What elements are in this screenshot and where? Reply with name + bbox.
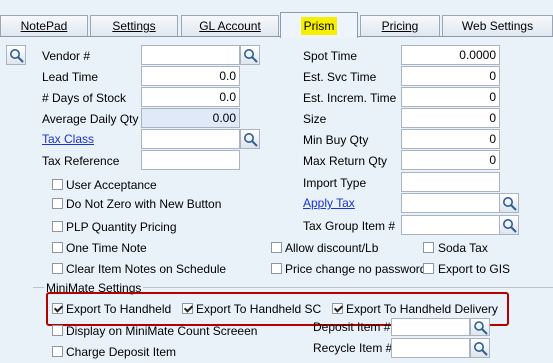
tab-gl-account-label: GL Account bbox=[199, 19, 261, 33]
est-increm-time-label: Est. Increm. Time bbox=[303, 91, 397, 105]
vendor-label: Vendor # bbox=[42, 49, 91, 63]
apply-tax-input[interactable] bbox=[401, 193, 500, 213]
size-label: Size bbox=[303, 112, 327, 126]
tax-class-input[interactable] bbox=[141, 129, 240, 149]
export-handheld-delivery-checkbox[interactable] bbox=[332, 303, 343, 314]
export-handheld-sc-checkbox[interactable] bbox=[182, 303, 193, 314]
recycle-item-search-button[interactable] bbox=[470, 338, 490, 358]
clear-item-notes-checkbox[interactable] bbox=[52, 263, 63, 274]
max-return-qty-label: Max Return Qty bbox=[303, 154, 388, 168]
display-count-label: Display on MiniMate Count Screeen bbox=[66, 324, 258, 338]
charge-deposit-label: Charge Deposit Item bbox=[66, 345, 177, 359]
price-change-label: Price change no password bbox=[285, 262, 427, 276]
export-handheld-label: Export To Handheld bbox=[66, 302, 172, 316]
search-icon bbox=[244, 133, 258, 147]
export-handheld-delivery-label: Export To Handheld Delivery bbox=[346, 302, 498, 316]
search-icon bbox=[10, 49, 24, 63]
est-increm-time-input[interactable]: 0 bbox=[401, 87, 500, 107]
tab-pricing[interactable]: Pricing bbox=[360, 15, 440, 36]
days-of-stock-input[interactable]: 0.0 bbox=[141, 87, 240, 107]
plp-quantity-label: PLP Quantity Pricing bbox=[66, 220, 177, 234]
tax-class-search-button[interactable] bbox=[240, 129, 260, 149]
est-svc-time-label: Est. Svc Time bbox=[303, 70, 377, 84]
do-not-zero-checkbox[interactable] bbox=[52, 198, 63, 209]
export-gis-label: Export to GIS bbox=[438, 262, 511, 276]
side-search-button[interactable] bbox=[6, 45, 26, 65]
tax-reference-label: Tax Reference bbox=[42, 154, 120, 168]
display-count-checkbox[interactable] bbox=[52, 325, 63, 336]
export-gis-checkbox[interactable] bbox=[423, 263, 434, 274]
size-input[interactable]: 0 bbox=[401, 108, 500, 128]
search-icon bbox=[503, 197, 517, 211]
est-svc-time-input[interactable]: 0 bbox=[401, 66, 500, 86]
avg-daily-qty-label: Average Daily Qty bbox=[42, 112, 139, 126]
spot-time-label: Spot Time bbox=[303, 49, 358, 63]
lead-time-input[interactable]: 0.0 bbox=[141, 66, 240, 86]
export-handheld-sc-label: Export To Handheld SC bbox=[196, 302, 322, 316]
allow-discount-label: Allow discount/Lb bbox=[285, 241, 379, 255]
user-acceptance-label: User Acceptance bbox=[66, 178, 157, 192]
tax-group-item-label: Tax Group Item # bbox=[303, 219, 396, 233]
tax-group-item-search-button[interactable] bbox=[499, 215, 519, 235]
vendor-search-button[interactable] bbox=[240, 45, 260, 65]
days-of-stock-label: # Days of Stock bbox=[42, 91, 127, 105]
one-time-note-checkbox[interactable] bbox=[52, 242, 63, 253]
clear-item-notes-label: Clear Item Notes on Schedule bbox=[66, 262, 227, 276]
import-type-input[interactable] bbox=[401, 172, 500, 192]
tab-settings-label: Settings bbox=[112, 19, 156, 33]
max-return-qty-input[interactable]: 0 bbox=[401, 150, 500, 170]
tab-settings[interactable]: Settings bbox=[90, 15, 178, 36]
apply-tax-link[interactable]: Apply Tax bbox=[303, 195, 355, 211]
tab-notepad-label: NotePad bbox=[20, 19, 68, 33]
recycle-item-label: Recycle Item # bbox=[313, 341, 393, 355]
min-buy-qty-label: Min Buy Qty bbox=[303, 133, 369, 147]
tab-gl-account[interactable]: GL Account bbox=[181, 15, 279, 36]
tab-notepad[interactable]: NotePad bbox=[0, 15, 88, 36]
deposit-item-search-button[interactable] bbox=[470, 318, 490, 336]
search-icon bbox=[244, 49, 258, 63]
tab-pricing-label: Pricing bbox=[381, 19, 419, 33]
allow-discount-checkbox[interactable] bbox=[271, 242, 282, 253]
export-handheld-checkbox[interactable] bbox=[52, 303, 63, 314]
tax-reference-input[interactable] bbox=[141, 150, 240, 170]
charge-deposit-checkbox[interactable] bbox=[52, 346, 63, 357]
deposit-item-input[interactable] bbox=[391, 318, 470, 336]
soda-tax-label: Soda Tax bbox=[438, 241, 488, 255]
recycle-item-input[interactable] bbox=[391, 338, 470, 358]
tax-group-item-input[interactable] bbox=[401, 215, 500, 235]
avg-daily-qty-input: 0.00 bbox=[141, 108, 240, 128]
price-change-checkbox[interactable] bbox=[271, 263, 282, 274]
tab-web-settings[interactable]: Web Settings bbox=[442, 15, 553, 36]
search-icon bbox=[474, 321, 488, 335]
apply-tax-search-button[interactable] bbox=[499, 193, 519, 213]
lead-time-label: Lead Time bbox=[42, 70, 99, 84]
search-icon bbox=[503, 219, 517, 233]
plp-quantity-checkbox[interactable] bbox=[52, 221, 63, 232]
import-type-label: Import Type bbox=[303, 176, 367, 190]
one-time-note-label: One Time Note bbox=[66, 241, 147, 255]
do-not-zero-label: Do Not Zero with New Button bbox=[66, 197, 222, 211]
vendor-input[interactable] bbox=[141, 45, 240, 65]
tab-bar: NotePad Settings GL Account Prism Pricin… bbox=[0, 0, 553, 38]
spot-time-input[interactable]: 0.0000 bbox=[401, 45, 500, 65]
min-buy-qty-input[interactable]: 0 bbox=[401, 129, 500, 149]
soda-tax-checkbox[interactable] bbox=[423, 242, 434, 253]
tab-divider bbox=[0, 36, 553, 37]
tab-prism[interactable]: Prism bbox=[280, 12, 358, 38]
tab-web-settings-label: Web Settings bbox=[461, 19, 534, 33]
user-acceptance-checkbox[interactable] bbox=[52, 179, 63, 190]
search-icon bbox=[474, 342, 488, 356]
deposit-item-label: Deposit Item # bbox=[313, 320, 391, 334]
tax-class-link[interactable]: Tax Class bbox=[42, 131, 94, 147]
tab-prism-label: Prism bbox=[300, 17, 338, 35]
